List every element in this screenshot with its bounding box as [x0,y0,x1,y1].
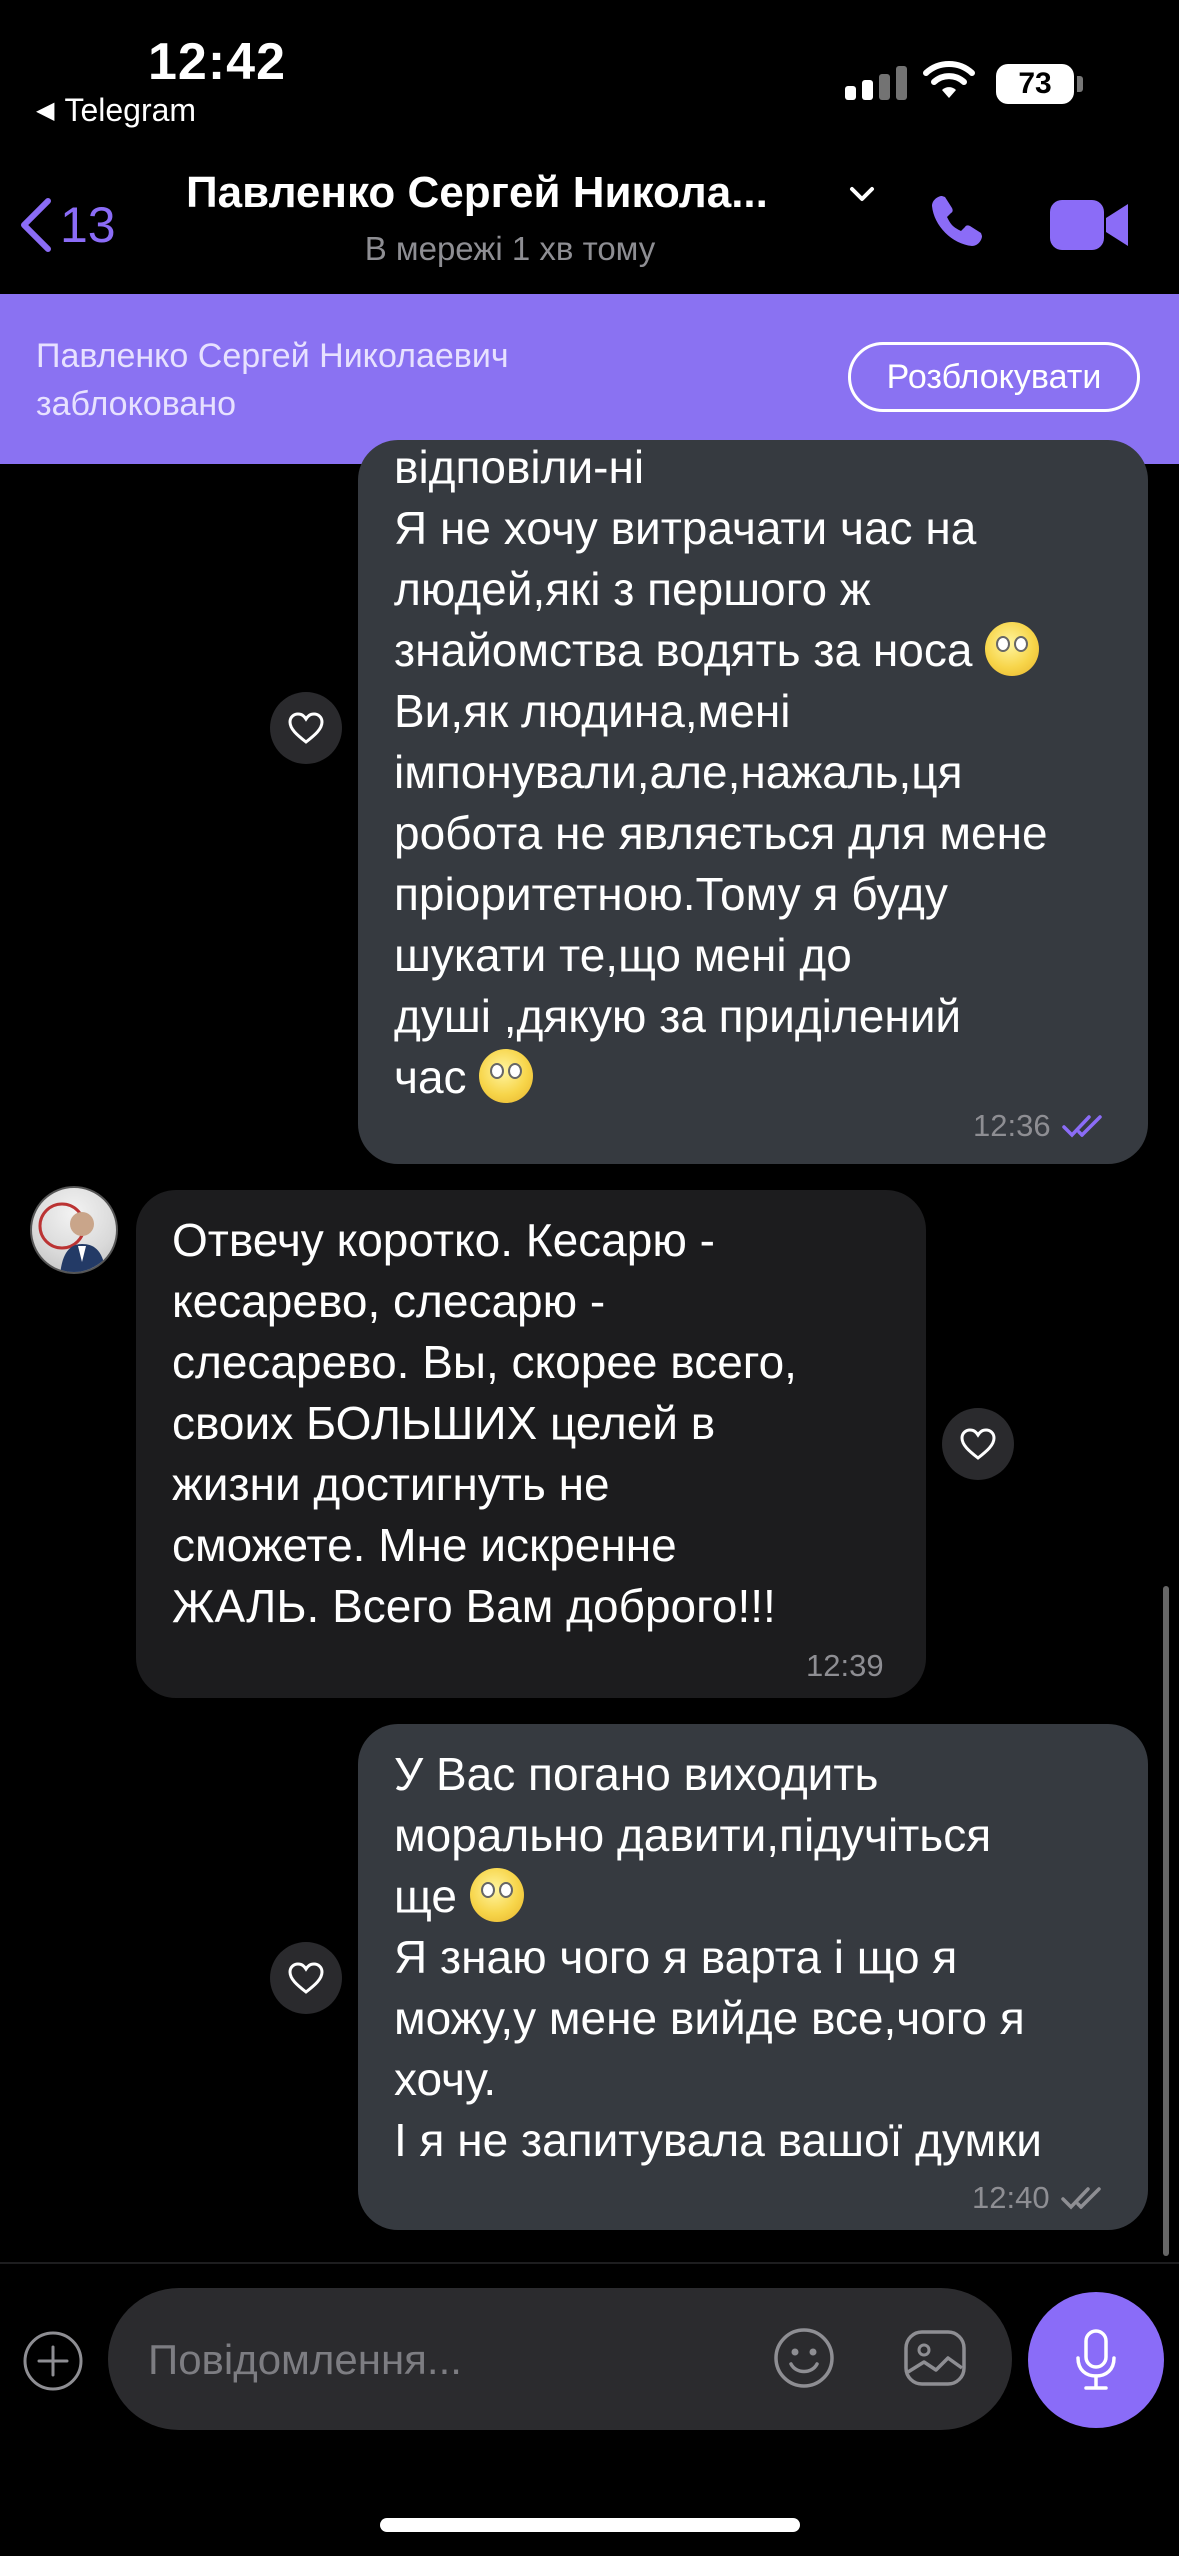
like-button[interactable] [270,1942,342,2014]
message-meta: 12:40 [972,2180,1112,2216]
message-time: 12:39 [806,1648,884,1683]
message-line: кесарево, слесарю - [172,1275,606,1327]
message-time: 12:36 [973,1108,1051,1143]
message-time: 12:40 [972,2180,1050,2215]
sender-avatar[interactable] [30,1186,118,1274]
rolling-eyes-emoji-icon [985,622,1040,676]
message-text: Отвечу коротко. Кесарю - кесарево, слеса… [172,1210,797,1637]
incoming-message-bubble[interactable]: Отвечу коротко. Кесарю - кесарево, слеса… [136,1190,926,1698]
message-line: жизни достигнуть не [172,1458,610,1510]
outgoing-message-bubble[interactable]: відповіли-ні Я не хочу витрачати час на … [358,440,1148,1164]
blocked-banner-text: Павленко Сергей Николаевич заблоковано [36,337,509,423]
message-line: час [394,1051,467,1103]
message-line: сможете. Мне искренне [172,1519,677,1571]
message-line: людей,які з першого ж [394,563,871,615]
back-app-label: Telegram [64,92,197,128]
rolling-eyes-emoji-icon [479,1049,534,1103]
message-line: можу,у мене вийде все,чого я [394,1992,1025,2044]
message-line: І я не запитувала вашої думки [394,2114,1042,2166]
smiley-icon [774,2328,834,2388]
plus-circle-icon [23,2331,83,2391]
message-line: У Вас погано виходить [394,1748,879,1800]
message-line: Отвечу коротко. Кесарю - [172,1214,715,1266]
composer-divider [0,2262,1179,2264]
message-input-placeholder: Повідомлення... [148,2336,462,2383]
microphone-icon [1076,2329,1116,2390]
double-check-icon [1060,2187,1101,2210]
double-check-read-icon [1061,1115,1102,1138]
battery-level: 73 [1018,67,1052,100]
message-line: своих БОЛЬШИХ целей в [172,1397,716,1449]
home-indicator [380,2518,800,2532]
message-line: ЖАЛЬ. Всего Вам доброго!!! [172,1580,776,1632]
message-line: морально давити,підучіться [394,1809,992,1861]
attach-button[interactable] [22,2330,84,2397]
unblock-button[interactable]: Розблокувати [848,342,1140,412]
message-line: Ви,як людина,мені [394,685,791,737]
message-line: душі ,дякую за приділений [394,990,962,1042]
message-line: пріоритетною.Тому я буду [394,868,948,920]
message-meta: 12:39 [806,1648,884,1684]
battery-tip [1077,76,1083,92]
message-line: хочу. [394,2053,497,2105]
phone-icon[interactable] [926,192,986,257]
message-line: Я знаю чого я варта і що я [394,1931,958,1983]
like-button[interactable] [270,692,342,764]
heart-icon [960,1428,996,1460]
voice-record-button[interactable] [1028,2292,1164,2428]
emoji-button[interactable] [772,2326,836,2395]
heart-icon [288,1962,324,1994]
message-line: відповіли-ні [394,441,645,493]
video-camera-icon[interactable] [1048,198,1132,257]
wifi-icon [922,60,976,105]
gallery-button[interactable] [902,2326,968,2395]
scrollbar[interactable] [1163,1586,1169,2256]
back-to-app-link[interactable]: ◀ Telegram [36,92,196,129]
message-line: імпонували,але,нажаль,ця [394,746,963,798]
battery-icon: 73 [996,64,1074,104]
message-line: шукати те,що мені до [394,929,852,981]
chevron-down-icon[interactable] [848,184,876,209]
message-line: слесарево. Вы, скорее всего, [172,1336,797,1388]
outgoing-message-bubble[interactable]: У Вас погано виходить морально давити,пі… [358,1724,1148,2230]
image-icon [904,2330,966,2386]
message-line: знайомства водять за носа [394,624,973,676]
rolling-eyes-emoji-icon [469,1868,524,1922]
message-text: У Вас погано виходить морально давити,пі… [394,1744,1042,2171]
back-triangle-icon: ◀ [36,97,55,124]
message-line: Я не хочу витрачати час на [394,502,977,554]
cellular-signal-icon [845,66,907,100]
message-text: відповіли-ні Я не хочу витрачати час на … [394,437,1048,1108]
chat-title[interactable]: Павленко Сергей Никола... [186,168,768,218]
presence-status: В мережі 1 хв тому [364,230,656,267]
message-line: ще [394,1870,457,1922]
status-time: 12:42 [148,33,286,91]
message-meta: 12:36 [973,1108,1113,1144]
heart-icon [288,712,324,744]
message-line: робота не являється для мене [394,807,1048,859]
like-button[interactable] [942,1408,1014,1480]
